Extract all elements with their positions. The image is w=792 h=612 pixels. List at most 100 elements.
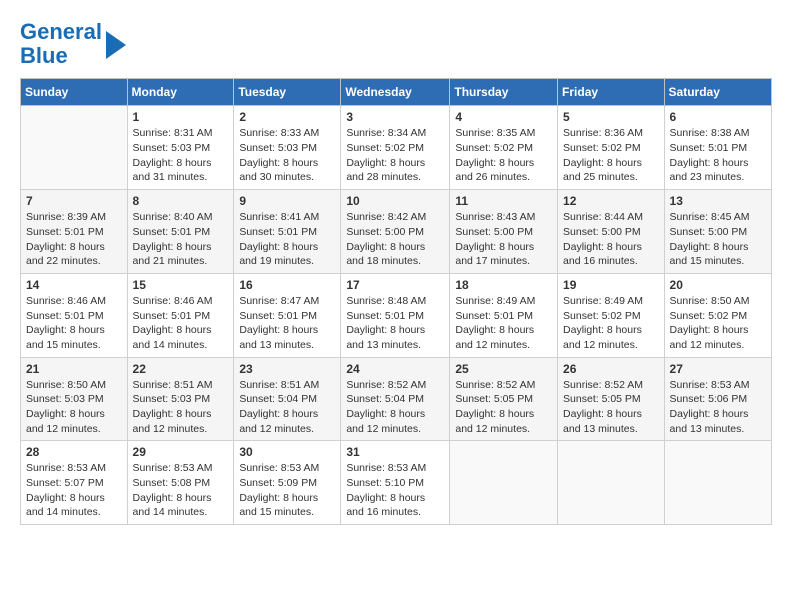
sunrise-label: Sunrise: 8:52 AM	[346, 379, 426, 391]
weekday-header-wednesday: Wednesday	[341, 79, 450, 106]
day-number: 27	[670, 362, 766, 376]
sunrise-label: Sunrise: 8:53 AM	[133, 462, 213, 474]
daylight-label: Daylight: 8 hours and 14 minutes.	[133, 492, 212, 519]
day-number: 13	[670, 194, 766, 208]
sunset-label: Sunset: 5:00 PM	[346, 226, 424, 238]
day-number: 23	[239, 362, 335, 376]
day-info: Sunrise: 8:50 AM Sunset: 5:03 PM Dayligh…	[26, 378, 122, 437]
sunrise-label: Sunrise: 8:46 AM	[133, 295, 213, 307]
day-number: 9	[239, 194, 335, 208]
weekday-header-sunday: Sunday	[21, 79, 128, 106]
sunset-label: Sunset: 5:01 PM	[239, 310, 317, 322]
day-number: 20	[670, 278, 766, 292]
day-info: Sunrise: 8:51 AM Sunset: 5:03 PM Dayligh…	[133, 378, 229, 437]
calendar-cell: 8 Sunrise: 8:40 AM Sunset: 5:01 PM Dayli…	[127, 190, 234, 274]
calendar-cell: 31 Sunrise: 8:53 AM Sunset: 5:10 PM Dayl…	[341, 441, 450, 525]
day-number: 7	[26, 194, 122, 208]
weekday-header-monday: Monday	[127, 79, 234, 106]
daylight-label: Daylight: 8 hours and 25 minutes.	[563, 157, 642, 184]
calendar-cell: 29 Sunrise: 8:53 AM Sunset: 5:08 PM Dayl…	[127, 441, 234, 525]
daylight-label: Daylight: 8 hours and 14 minutes.	[133, 324, 212, 351]
daylight-label: Daylight: 8 hours and 18 minutes.	[346, 241, 425, 268]
sunset-label: Sunset: 5:02 PM	[346, 142, 424, 154]
calendar-week-row: 14 Sunrise: 8:46 AM Sunset: 5:01 PM Dayl…	[21, 273, 772, 357]
sunrise-label: Sunrise: 8:53 AM	[670, 379, 750, 391]
sunrise-label: Sunrise: 8:50 AM	[26, 379, 106, 391]
sunset-label: Sunset: 5:03 PM	[239, 142, 317, 154]
sunrise-label: Sunrise: 8:49 AM	[563, 295, 643, 307]
calendar-cell	[664, 441, 771, 525]
sunset-label: Sunset: 5:06 PM	[670, 393, 748, 405]
sunrise-label: Sunrise: 8:53 AM	[346, 462, 426, 474]
logo: General Blue	[20, 20, 126, 68]
day-number: 2	[239, 110, 335, 124]
daylight-label: Daylight: 8 hours and 13 minutes.	[563, 408, 642, 435]
day-info: Sunrise: 8:42 AM Sunset: 5:00 PM Dayligh…	[346, 210, 444, 269]
weekday-header-saturday: Saturday	[664, 79, 771, 106]
daylight-label: Daylight: 8 hours and 15 minutes.	[670, 241, 749, 268]
sunset-label: Sunset: 5:00 PM	[563, 226, 641, 238]
calendar-week-row: 7 Sunrise: 8:39 AM Sunset: 5:01 PM Dayli…	[21, 190, 772, 274]
calendar-week-row: 21 Sunrise: 8:50 AM Sunset: 5:03 PM Dayl…	[21, 357, 772, 441]
day-number: 31	[346, 445, 444, 459]
calendar-cell: 21 Sunrise: 8:50 AM Sunset: 5:03 PM Dayl…	[21, 357, 128, 441]
calendar-cell: 15 Sunrise: 8:46 AM Sunset: 5:01 PM Dayl…	[127, 273, 234, 357]
weekday-header-row: SundayMondayTuesdayWednesdayThursdayFrid…	[21, 79, 772, 106]
calendar-cell: 25 Sunrise: 8:52 AM Sunset: 5:05 PM Dayl…	[450, 357, 558, 441]
sunset-label: Sunset: 5:02 PM	[563, 310, 641, 322]
daylight-label: Daylight: 8 hours and 13 minutes.	[346, 324, 425, 351]
sunset-label: Sunset: 5:00 PM	[670, 226, 748, 238]
sunset-label: Sunset: 5:05 PM	[455, 393, 533, 405]
daylight-label: Daylight: 8 hours and 31 minutes.	[133, 157, 212, 184]
calendar-cell: 4 Sunrise: 8:35 AM Sunset: 5:02 PM Dayli…	[450, 106, 558, 190]
day-info: Sunrise: 8:41 AM Sunset: 5:01 PM Dayligh…	[239, 210, 335, 269]
day-info: Sunrise: 8:46 AM Sunset: 5:01 PM Dayligh…	[133, 294, 229, 353]
logo-general: General	[20, 19, 102, 44]
day-info: Sunrise: 8:40 AM Sunset: 5:01 PM Dayligh…	[133, 210, 229, 269]
calendar-cell: 2 Sunrise: 8:33 AM Sunset: 5:03 PM Dayli…	[234, 106, 341, 190]
day-number: 19	[563, 278, 659, 292]
day-info: Sunrise: 8:53 AM Sunset: 5:06 PM Dayligh…	[670, 378, 766, 437]
daylight-label: Daylight: 8 hours and 12 minutes.	[563, 324, 642, 351]
daylight-label: Daylight: 8 hours and 14 minutes.	[26, 492, 105, 519]
calendar-cell: 28 Sunrise: 8:53 AM Sunset: 5:07 PM Dayl…	[21, 441, 128, 525]
sunset-label: Sunset: 5:03 PM	[133, 142, 211, 154]
sunrise-label: Sunrise: 8:36 AM	[563, 127, 643, 139]
sunset-label: Sunset: 5:07 PM	[26, 477, 104, 489]
sunset-label: Sunset: 5:04 PM	[239, 393, 317, 405]
daylight-label: Daylight: 8 hours and 26 minutes.	[455, 157, 534, 184]
sunset-label: Sunset: 5:00 PM	[455, 226, 533, 238]
sunrise-label: Sunrise: 8:33 AM	[239, 127, 319, 139]
calendar-cell: 27 Sunrise: 8:53 AM Sunset: 5:06 PM Dayl…	[664, 357, 771, 441]
sunrise-label: Sunrise: 8:48 AM	[346, 295, 426, 307]
weekday-header-tuesday: Tuesday	[234, 79, 341, 106]
calendar-cell: 14 Sunrise: 8:46 AM Sunset: 5:01 PM Dayl…	[21, 273, 128, 357]
day-info: Sunrise: 8:44 AM Sunset: 5:00 PM Dayligh…	[563, 210, 659, 269]
sunrise-label: Sunrise: 8:52 AM	[563, 379, 643, 391]
sunset-label: Sunset: 5:01 PM	[133, 226, 211, 238]
calendar-cell	[558, 441, 665, 525]
day-number: 22	[133, 362, 229, 376]
calendar-cell: 6 Sunrise: 8:38 AM Sunset: 5:01 PM Dayli…	[664, 106, 771, 190]
daylight-label: Daylight: 8 hours and 22 minutes.	[26, 241, 105, 268]
calendar-cell: 22 Sunrise: 8:51 AM Sunset: 5:03 PM Dayl…	[127, 357, 234, 441]
day-info: Sunrise: 8:53 AM Sunset: 5:08 PM Dayligh…	[133, 461, 229, 520]
sunset-label: Sunset: 5:02 PM	[670, 310, 748, 322]
sunset-label: Sunset: 5:01 PM	[26, 310, 104, 322]
daylight-label: Daylight: 8 hours and 13 minutes.	[239, 324, 318, 351]
day-number: 25	[455, 362, 552, 376]
day-info: Sunrise: 8:53 AM Sunset: 5:07 PM Dayligh…	[26, 461, 122, 520]
day-number: 29	[133, 445, 229, 459]
weekday-header-thursday: Thursday	[450, 79, 558, 106]
calendar-cell: 24 Sunrise: 8:52 AM Sunset: 5:04 PM Dayl…	[341, 357, 450, 441]
day-number: 6	[670, 110, 766, 124]
daylight-label: Daylight: 8 hours and 28 minutes.	[346, 157, 425, 184]
sunset-label: Sunset: 5:01 PM	[670, 142, 748, 154]
calendar-cell: 1 Sunrise: 8:31 AM Sunset: 5:03 PM Dayli…	[127, 106, 234, 190]
daylight-label: Daylight: 8 hours and 16 minutes.	[346, 492, 425, 519]
day-info: Sunrise: 8:48 AM Sunset: 5:01 PM Dayligh…	[346, 294, 444, 353]
calendar-table: SundayMondayTuesdayWednesdayThursdayFrid…	[20, 78, 772, 525]
sunrise-label: Sunrise: 8:53 AM	[26, 462, 106, 474]
calendar-cell: 19 Sunrise: 8:49 AM Sunset: 5:02 PM Dayl…	[558, 273, 665, 357]
sunrise-label: Sunrise: 8:44 AM	[563, 211, 643, 223]
